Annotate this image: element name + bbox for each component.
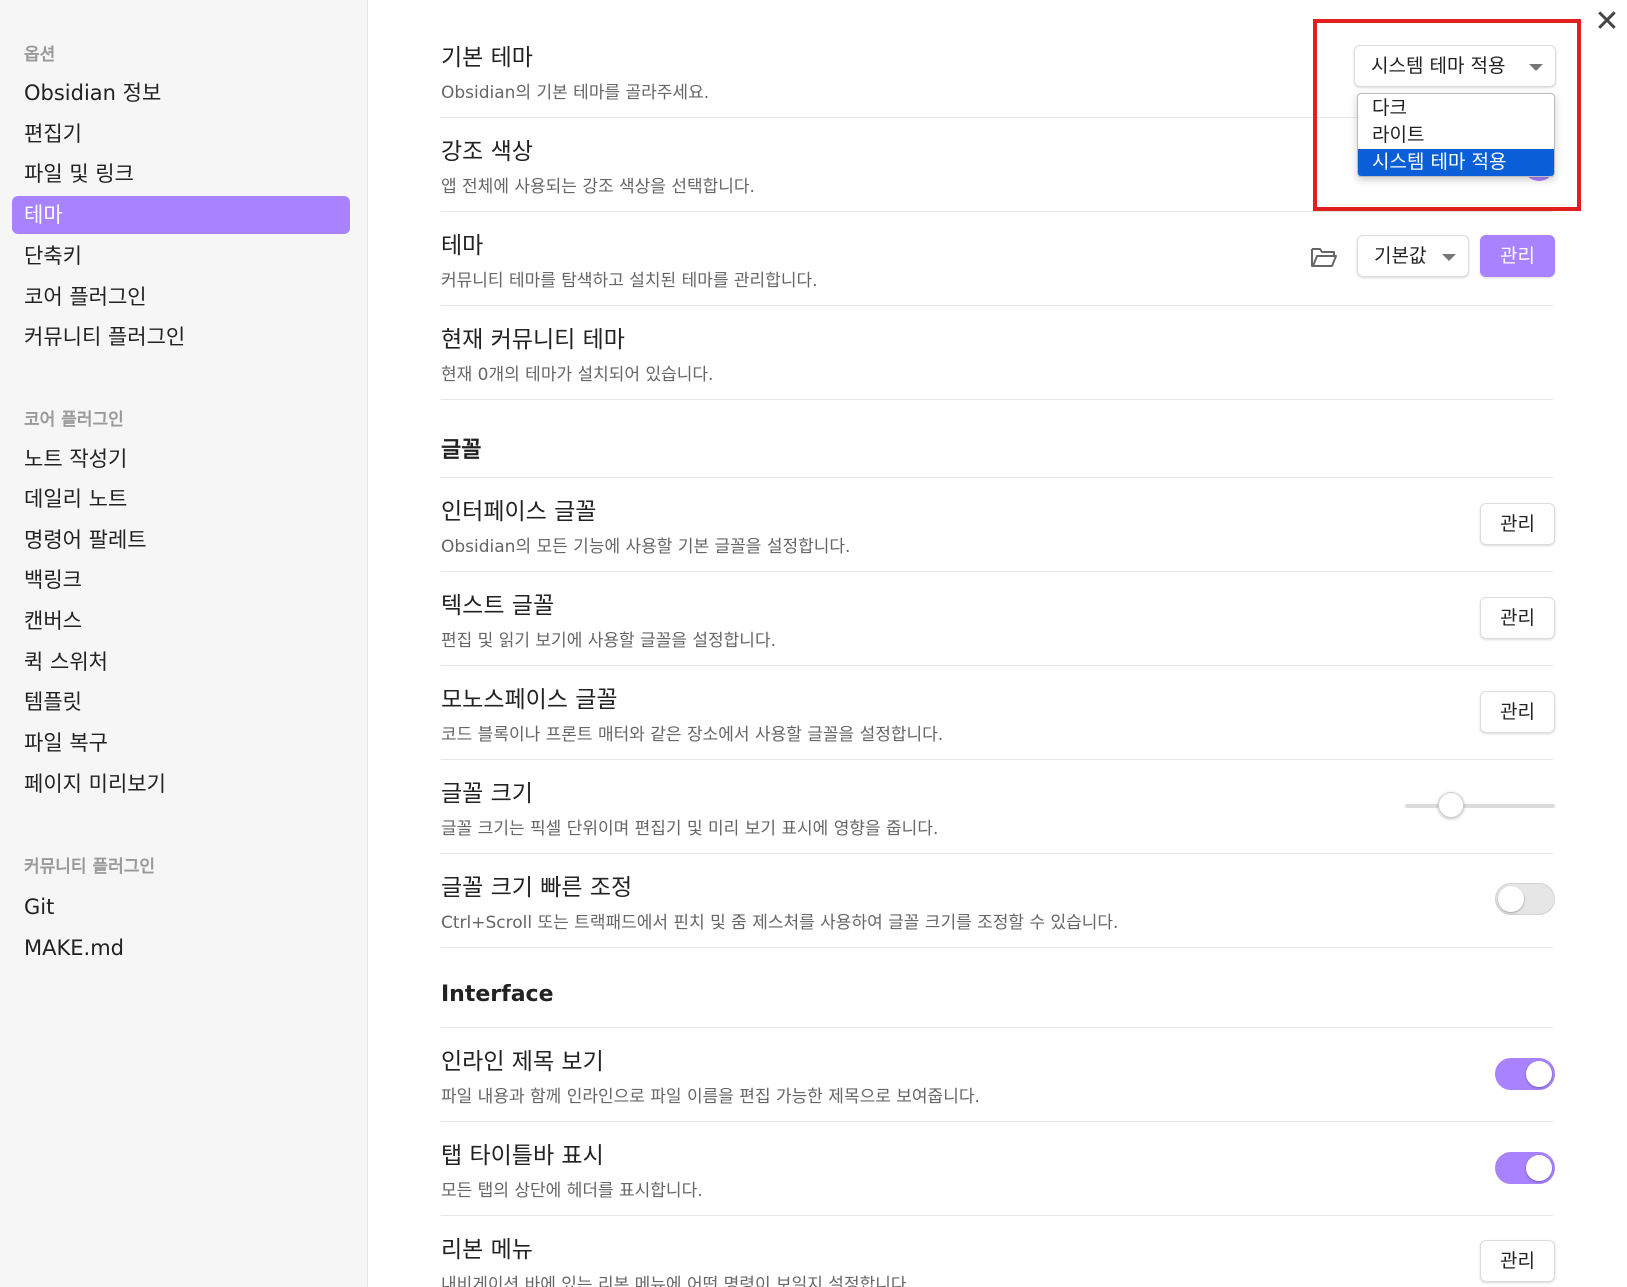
- sidebar-item-backlinks[interactable]: 백링크: [12, 561, 350, 599]
- settings-sidebar: 옵션 Obsidian 정보 편집기 파일 및 링크 테마 단축키 코어 플러그…: [0, 0, 368, 1287]
- setting-description: 코드 블록이나 프론트 매터와 같은 장소에서 사용할 글꼴을 설정합니다.: [441, 725, 944, 745]
- setting-name: 인라인 제목 보기: [441, 1049, 604, 1075]
- setting-interface-font: 인터페이스 글꼴 Obsidian의 모든 기능에 사용할 기본 글꼴을 설정합…: [441, 478, 1553, 572]
- sidebar-item-daily-notes[interactable]: 데일리 노트: [12, 480, 350, 518]
- setting-name: 강조 색상: [441, 139, 533, 165]
- setting-current-theme: 현재 커뮤니티 테마 현재 0개의 테마가 설치되어 있습니다.: [441, 306, 1553, 400]
- settings-window: 옵션 Obsidian 정보 편집기 파일 및 링크 테마 단축키 코어 플러그…: [0, 0, 1627, 1287]
- setting-description: 파일 내용과 함께 인라인으로 파일 이름을 편집 가능한 제목으로 보여줍니다…: [441, 1087, 980, 1107]
- setting-description: 현재 0개의 테마가 설치되어 있습니다.: [441, 365, 714, 385]
- text-font-manage-button[interactable]: 관리: [1480, 597, 1555, 639]
- font-size-slider-thumb[interactable]: [1438, 792, 1464, 818]
- sidebar-item-appearance[interactable]: 테마: [12, 196, 350, 234]
- sidebar-item-command-palette[interactable]: 명령어 팔레트: [12, 521, 350, 559]
- setting-description: 모든 탭의 상단에 헤더를 표시합니다.: [441, 1181, 703, 1201]
- monospace-font-manage-button[interactable]: 관리: [1480, 691, 1555, 733]
- setting-name: 모노스페이스 글꼴: [441, 687, 618, 713]
- sidebar-item-page-preview[interactable]: 페이지 미리보기: [12, 765, 350, 803]
- setting-name: 텍스트 글꼴: [441, 593, 555, 619]
- sidebar-item-core-plugins[interactable]: 코어 플러그인: [12, 278, 350, 316]
- setting-description: 편집 및 읽기 보기에 사용할 글꼴을 설정합니다.: [441, 631, 776, 651]
- setting-name: 리본 메뉴: [441, 1237, 533, 1263]
- base-theme-select[interactable]: 시스템 테마 적용: [1354, 45, 1556, 87]
- font-size-slider[interactable]: [1405, 804, 1555, 808]
- toggle-knob: [1526, 1155, 1552, 1181]
- setting-description: 글꼴 크기는 픽셀 단위이며 편집기 및 미리 보기 표시에 영향을 줍니다.: [441, 819, 939, 839]
- manage-themes-button[interactable]: 관리: [1480, 235, 1555, 277]
- setting-name: 탭 타이틀바 표시: [441, 1143, 604, 1169]
- setting-description: 앱 전체에 사용되는 강조 색상을 선택합니다.: [441, 177, 755, 197]
- chevron-down-icon: [1442, 254, 1456, 261]
- section-heading-fonts: 글꼴: [441, 418, 1553, 478]
- base-theme-dropdown-list: 다크 라이트 시스템 테마 적용: [1357, 93, 1555, 177]
- ribbon-menu-manage-button[interactable]: 관리: [1480, 1240, 1555, 1282]
- sidebar-item-make-md[interactable]: MAKE.md: [12, 929, 350, 967]
- sidebar-item-git[interactable]: Git: [12, 888, 350, 926]
- setting-description: Obsidian의 모든 기능에 사용할 기본 글꼴을 설정합니다.: [441, 537, 851, 557]
- sidebar-item-quick-switcher[interactable]: 퀵 스위처: [12, 643, 350, 681]
- sidebar-item-note-composer[interactable]: 노트 작성기: [12, 440, 350, 478]
- sidebar-heading-core-plugins: 코어 플러그인: [24, 410, 124, 430]
- dropdown-option-system[interactable]: 시스템 테마 적용: [1358, 149, 1554, 176]
- setting-name: 인터페이스 글꼴: [441, 499, 597, 525]
- sidebar-item-about[interactable]: Obsidian 정보: [12, 74, 350, 112]
- toggle-knob: [1526, 1061, 1552, 1087]
- setting-description: 커뮤니티 테마를 탐색하고 설치된 테마를 관리합니다.: [441, 271, 818, 291]
- setting-inline-title: 인라인 제목 보기 파일 내용과 함께 인라인으로 파일 이름을 편집 가능한 …: [441, 1028, 1553, 1122]
- sidebar-item-templates[interactable]: 템플릿: [12, 683, 350, 721]
- sidebar-item-hotkeys[interactable]: 단축키: [12, 237, 350, 275]
- setting-name: 테마: [441, 233, 484, 259]
- setting-name: 글꼴 크기: [441, 781, 533, 807]
- dropdown-option-light[interactable]: 라이트: [1358, 122, 1554, 149]
- sidebar-heading-community-plugins: 커뮤니티 플러그인: [24, 857, 156, 877]
- inline-title-toggle[interactable]: [1495, 1058, 1555, 1090]
- dropdown-option-dark[interactable]: 다크: [1358, 95, 1554, 122]
- sidebar-item-files-links[interactable]: 파일 및 링크: [12, 155, 350, 193]
- folder-open-icon[interactable]: [1310, 245, 1338, 269]
- setting-name: 기본 테마: [441, 45, 533, 71]
- sidebar-item-community-plugins[interactable]: 커뮤니티 플러그인: [12, 318, 350, 356]
- setting-name: 글꼴 크기 빠른 조정: [441, 875, 633, 901]
- setting-ribbon-menu: 리본 메뉴 내비게이션 바에 있는 리본 메뉴에 어떤 명령이 보일지 설정합니…: [441, 1216, 1553, 1287]
- section-heading-interface: Interface: [441, 968, 1553, 1028]
- setting-description: Obsidian의 기본 테마를 골라주세요.: [441, 83, 710, 103]
- quick-font-size-toggle[interactable]: [1495, 883, 1555, 915]
- chevron-down-icon: [1529, 64, 1543, 71]
- setting-description: 내비게이션 바에 있는 리본 메뉴에 어떤 명령이 보일지 설정합니다: [441, 1275, 907, 1287]
- theme-select[interactable]: 기본값: [1357, 235, 1469, 277]
- sidebar-item-editor[interactable]: 편집기: [12, 115, 350, 153]
- spacer: [441, 400, 1553, 401]
- close-icon[interactable]: ✕: [1593, 7, 1621, 37]
- base-theme-select-value: 시스템 테마 적용: [1371, 55, 1506, 77]
- sidebar-heading-options: 옵션: [24, 45, 56, 65]
- sidebar-item-file-recovery[interactable]: 파일 복구: [12, 724, 350, 762]
- setting-monospace-font: 모노스페이스 글꼴 코드 블록이나 프론트 매터와 같은 장소에서 사용할 글꼴…: [441, 666, 1553, 760]
- section-title: 글꼴: [441, 438, 482, 463]
- setting-font-size: 글꼴 크기 글꼴 크기는 픽셀 단위이며 편집기 및 미리 보기 표시에 영향을…: [441, 760, 1553, 854]
- setting-tab-title-bar: 탭 타이틀바 표시 모든 탭의 상단에 헤더를 표시합니다.: [441, 1122, 1553, 1216]
- setting-text-font: 텍스트 글꼴 편집 및 읽기 보기에 사용할 글꼴을 설정합니다.: [441, 572, 1553, 666]
- sidebar-item-canvas[interactable]: 캔버스: [12, 602, 350, 640]
- toggle-knob: [1498, 886, 1524, 912]
- theme-select-value: 기본값: [1374, 245, 1427, 267]
- setting-quick-font-size: 글꼴 크기 빠른 조정 Ctrl+Scroll 또는 트랙패드에서 핀치 및 줌…: [441, 854, 1553, 948]
- tab-title-bar-toggle[interactable]: [1495, 1152, 1555, 1184]
- setting-name: 현재 커뮤니티 테마: [441, 327, 625, 353]
- setting-description: Ctrl+Scroll 또는 트랙패드에서 핀치 및 줌 제스처를 사용하여 글…: [441, 913, 1119, 933]
- section-title: Interface: [441, 982, 554, 1007]
- interface-font-manage-button[interactable]: 관리: [1480, 503, 1555, 545]
